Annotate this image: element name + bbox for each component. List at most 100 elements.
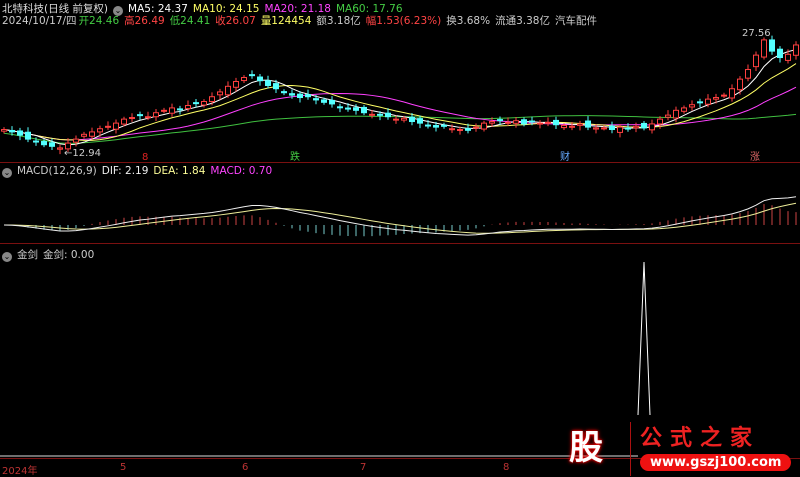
candle-body [169, 107, 175, 114]
candle-body [33, 140, 39, 143]
candle-body [89, 131, 95, 137]
candle-body [705, 98, 711, 105]
axis-label: 6 [242, 462, 249, 473]
candle-body [113, 122, 119, 130]
candle-body [665, 114, 671, 118]
candle-body [545, 121, 551, 124]
candle-body [465, 128, 471, 131]
candle-body [137, 114, 143, 117]
candle-body [417, 118, 423, 124]
candle-body [657, 118, 663, 125]
candle-body [225, 85, 231, 96]
candle-body [481, 122, 487, 130]
candle-body [377, 113, 383, 116]
candle-body [721, 94, 727, 97]
candle-body [673, 109, 679, 119]
candle-body [121, 118, 127, 125]
candle-body [761, 39, 767, 58]
header-line-2: 2024/10/17/四 开24.46 高26.49 低24.41 收26.07 量124… [2, 13, 602, 28]
sector: 汽车配件 [554, 15, 597, 27]
collapse-icon[interactable]: ⌄ [2, 168, 12, 178]
turnover: 换3.68% [446, 15, 491, 27]
dea-label: DEA: 1.84 [153, 165, 206, 177]
candle-body [393, 118, 399, 121]
close: 收26.07 [215, 15, 256, 27]
candle-body [345, 107, 351, 110]
candle-body [737, 78, 743, 91]
candle-body [321, 99, 327, 103]
candle-body [313, 98, 319, 101]
candle-body [433, 125, 439, 128]
candle-body [369, 113, 375, 116]
candle-body [649, 123, 655, 131]
candle-body [713, 97, 719, 100]
candle-body [577, 123, 583, 126]
candle-body [793, 44, 799, 56]
candle-body [729, 88, 735, 99]
candle-body [753, 54, 759, 68]
candle-body [1, 129, 7, 132]
candle-body [585, 120, 591, 128]
candle-body [289, 93, 295, 96]
candle-body [449, 128, 455, 131]
volume: 量124454 [260, 15, 312, 27]
candle-body [745, 69, 751, 79]
logo-url: www.gszj100.com [640, 454, 792, 471]
candle-body [17, 130, 23, 136]
low: 低24.41 [169, 15, 211, 27]
dea-line [3, 202, 797, 234]
candle-body [489, 121, 495, 124]
candle-body [105, 125, 111, 128]
candle-body [601, 127, 607, 130]
candle-body [57, 147, 63, 150]
axis-label: 5 [120, 462, 127, 473]
candle-body [217, 91, 223, 96]
candle-body [681, 107, 687, 112]
logo-char: 股 [569, 428, 603, 468]
ma10-line [3, 63, 797, 141]
jj-header: ⌄ 金剑 金剑: 0.00 [2, 247, 99, 262]
candle-body [609, 125, 615, 131]
jj-value: 金剑: 0.00 [43, 249, 95, 261]
macd-label: MACD: 0.70 [210, 165, 273, 177]
candle-body [145, 116, 151, 119]
candle-body [9, 129, 15, 133]
collapse-icon[interactable]: ⌄ [2, 252, 12, 262]
macd-header: ⌄ MACD(12,26,9) DIF: 2.19 DEA: 1.84 MACD: 0.… [2, 165, 277, 178]
axis-label: 7 [360, 462, 367, 473]
candle-body [257, 76, 263, 82]
candle-body [457, 129, 463, 132]
candle-body [193, 102, 199, 105]
candle-body [497, 119, 503, 122]
chart-canvas: 27.56←12.94 8 跌财涨 [0, 28, 799, 457]
candle-body [49, 142, 55, 147]
candle-body [97, 128, 103, 133]
watermark-logo: 股 公式之家 www.gszj100.com [560, 418, 800, 476]
max-price-label: 27.56 [742, 28, 771, 39]
dif-label: DIF: 2.19 [101, 165, 149, 177]
candle-body [201, 101, 207, 106]
candle-body [385, 112, 391, 118]
candle-body [785, 53, 791, 61]
candle-body [265, 80, 271, 87]
candle-body [233, 81, 239, 88]
open: 开24.46 [78, 15, 120, 27]
float-cap: 流通3.38亿 [495, 15, 550, 27]
candle-body [353, 107, 359, 111]
candle-body [537, 122, 543, 125]
candle-body [129, 117, 135, 120]
candle-body [553, 119, 559, 126]
axis-label: 8 [503, 462, 510, 473]
jj-spike [637, 261, 651, 416]
candle-body [177, 108, 183, 111]
axis-label: 2024年 [2, 466, 38, 477]
candle-body [625, 127, 631, 130]
candle-body [25, 131, 31, 140]
candle-body [473, 126, 479, 129]
candle-body [409, 116, 415, 123]
dif-line [3, 196, 797, 236]
change: 幅1.53(6.23%) [365, 15, 442, 27]
candle-body [505, 121, 511, 124]
candle-body [361, 106, 367, 114]
candle-body [73, 138, 79, 143]
